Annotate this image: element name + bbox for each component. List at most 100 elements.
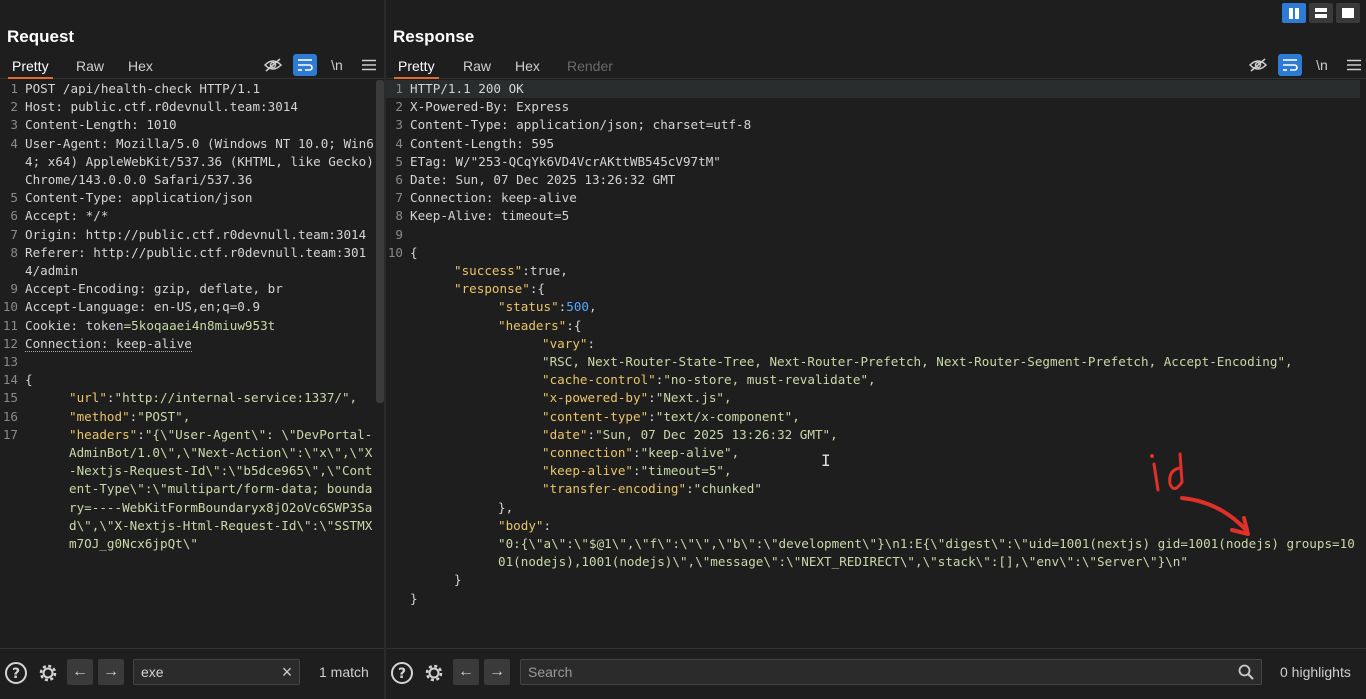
line-text: { [25,372,33,388]
json-key: "response" [454,281,530,297]
newline-toggle[interactable]: \n [1310,54,1334,76]
help-icon[interactable]: ? [3,660,29,686]
line-number: 9 [395,226,403,242]
response-tab-raw[interactable]: Raw [459,58,495,77]
request-pane: Request Pretty Raw Hex \n 1 POST /api/hea… [0,0,386,699]
menu-icon[interactable] [357,54,381,76]
hide-nonprintable-icon[interactable] [1246,54,1270,76]
previous-match-button[interactable]: ← [67,659,93,685]
line-content: Cookie: token=5koqaaei4n8miuw953t [25,317,374,335]
line-content: Host: public.ctf.r0devnull.team:3014 [25,98,374,116]
code-line: 9 [386,226,1360,244]
json-key: "date" [542,426,588,442]
code-line: "x-powered-by":"Next.js", [386,389,1360,407]
search-icon[interactable] [1236,661,1256,683]
line-text: Keep-Alive: timeout=5 [410,208,570,224]
line-number [386,480,410,498]
request-editor[interactable]: 1 POST /api/health-check HTTP/1.1 2 Host: p… [0,80,374,649]
request-tab-raw[interactable]: Raw [72,58,108,77]
request-tab-hex[interactable]: Hex [124,58,157,77]
line-content: "status":500, [410,298,1360,316]
line-number: 9 [10,281,18,297]
line-text: Content-Length: 1010 [25,117,177,133]
code-line: "vary": [386,335,1360,353]
code-line: 3 Content-Type: application/json; charset… [386,116,1360,134]
line-content: "RSC, Next-Router-State-Tree, Next-Route… [410,353,1360,371]
line-number: 8 [10,244,18,260]
line-number [386,262,410,280]
code-line: 2 Host: public.ctf.r0devnull.team:3014 [0,98,374,116]
json-separator: : [137,426,145,442]
response-search-input[interactable] [520,659,1262,685]
json-separator: : [587,335,596,351]
line-number: 6 [10,208,18,224]
json-separator: : [648,408,656,424]
code-line: 8 Keep-Alive: timeout=5 [386,207,1360,225]
line-content: POST /api/health-check HTTP/1.1 [25,80,374,98]
json-key: "status" [498,299,559,315]
code-line: 10 Accept-Language: en-US,en;q=0.9 [0,298,374,316]
next-match-button[interactable]: → [484,659,510,685]
line-text: Referer: http://public.ctf.r0devnull.tea… [25,244,367,279]
code-line: 1 POST /api/health-check HTTP/1.1 [0,80,374,98]
next-match-button[interactable]: → [98,659,124,685]
cookie-name: token [85,317,124,333]
line-number [386,317,410,335]
line-content: "date":"Sun, 07 Dec 2025 13:26:32 GMT", [410,426,1360,444]
code-line: 5 Content-Type: application/json [0,189,374,207]
line-content: "headers":"{\"User-Agent\": \"DevPortal-… [25,426,374,553]
line-content: Keep-Alive: timeout=5 [410,207,1360,225]
code-line: "RSC, Next-Router-State-Tree, Next-Route… [386,353,1360,371]
response-tab-hex[interactable]: Hex [511,58,544,77]
settings-gear-icon[interactable] [421,660,447,686]
request-scrollbar[interactable] [376,80,384,403]
code-line: } [386,590,1360,608]
request-tab-pretty[interactable]: Pretty [8,58,53,79]
line-content: Content-Length: 1010 [25,116,374,134]
request-search-input[interactable] [133,659,300,685]
code-line: 6 Accept: */* [0,207,374,225]
clear-search-icon[interactable]: × [277,661,297,683]
json-separator: : [543,517,552,533]
code-line: 16 "method":"POST", [0,408,374,426]
response-tab-pretty[interactable]: Pretty [394,58,439,79]
line-number [386,389,410,407]
json-key: "url" [69,390,107,406]
code-line: 9 Accept-Encoding: gzip, deflate, br [0,280,374,298]
svg-text:?: ? [398,666,406,682]
menu-icon[interactable] [1342,54,1366,76]
word-wrap-icon[interactable] [293,54,317,76]
newline-toggle[interactable]: \n [325,54,349,76]
response-editor[interactable]: 1 HTTP/1.1 200 OK 2 X-Powered-By: Express 3 C… [386,80,1360,649]
help-icon[interactable]: ? [389,660,415,686]
split-vertical-icon[interactable] [1282,3,1306,23]
line-content: Content-Type: application/json [25,189,374,207]
code-line: "headers":{ [386,317,1360,335]
line-number: 15 [2,390,18,406]
previous-match-button[interactable]: ← [453,659,479,685]
split-horizontal-icon[interactable] [1309,3,1333,23]
code-line: 4 User-Agent: Mozilla/5.0 (Windows NT 10.… [0,135,374,190]
code-line: 13 [0,353,374,371]
hide-nonprintable-icon[interactable] [261,54,285,76]
line-text: ETag: W/"253-QCqYk6VD4VcrAKttWB545cV97tM… [410,153,721,169]
json-string-value: "http://internal-service:1337/", [114,390,358,406]
json-separator: : [686,481,694,497]
json-key: "method" [69,408,130,424]
line-text: Content-Type: application/json [25,190,253,206]
line-text: Accept: */* [25,208,109,224]
line-content: "cache-control":"no-store, must-revalida… [410,371,1360,389]
request-search-bar: ? ← → × 1 match [0,648,384,699]
settings-gear-icon[interactable] [35,660,61,686]
line-number [386,590,410,608]
line-text: Content-Length: 595 [410,135,555,151]
json-string-value: "no-store, must-revalidate", [663,372,876,388]
single-pane-icon[interactable] [1336,3,1360,23]
request-match-count: 1 match [319,664,369,680]
word-wrap-icon[interactable] [1278,54,1302,76]
json-string-value: "timeout=5", [640,463,732,479]
line-content: "success":true, [410,262,1360,280]
json-key: "headers" [498,317,567,333]
response-tab-render[interactable]: Render [563,58,617,77]
line-number: 1 [10,81,18,96]
